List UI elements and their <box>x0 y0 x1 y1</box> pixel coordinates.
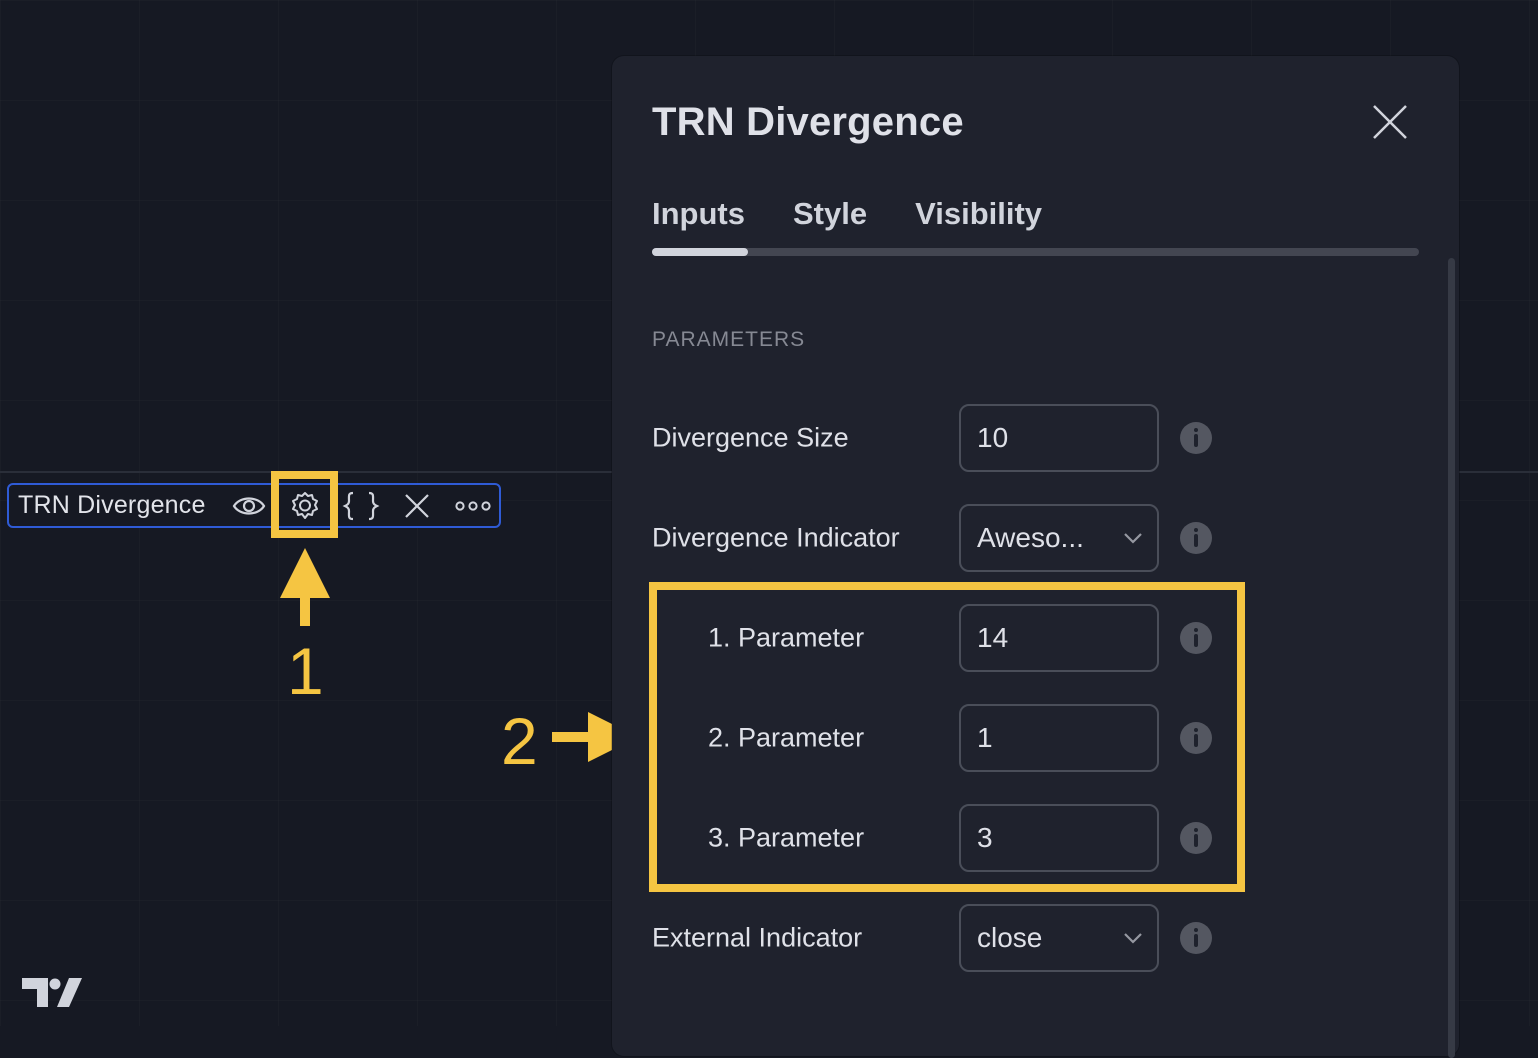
highlight-box-settings <box>271 471 338 538</box>
indicator-legend[interactable]: TRN Divergence <box>7 483 501 528</box>
tab-inputs[interactable]: Inputs <box>652 196 745 232</box>
eye-button[interactable] <box>227 485 271 526</box>
tradingview-logo-icon <box>22 978 82 1007</box>
indicator-settings-dialog: TRN Divergence Inputs Style Visibility P… <box>612 56 1459 1058</box>
annotation-step-2: 2 <box>501 704 538 778</box>
info-icon[interactable] <box>1180 922 1212 954</box>
tab-underline-track <box>652 248 1419 256</box>
eye-icon <box>232 496 266 515</box>
tab-style[interactable]: Style <box>793 196 867 232</box>
close-icon <box>1373 105 1407 139</box>
divergence-size-label: Divergence Size <box>652 422 849 453</box>
more-icon <box>455 500 491 511</box>
indicator-title: TRN Divergence <box>18 491 206 519</box>
external-indicator-label: External Indicator <box>652 922 863 953</box>
external-indicator-value: close <box>977 922 1043 953</box>
active-tab-indicator <box>652 248 748 256</box>
remove-button[interactable] <box>395 485 439 526</box>
highlight-box-parameters <box>649 582 1245 892</box>
chevron-down-icon <box>1124 933 1142 944</box>
braces-icon <box>342 491 380 520</box>
annotation-step-1: 1 <box>287 634 324 708</box>
input-row-divergence-indicator: Divergence Indicator Aweso... <box>612 504 1459 572</box>
dialog-title: TRN Divergence <box>652 100 964 144</box>
tab-visibility[interactable]: Visibility <box>915 196 1042 232</box>
arrow-up-icon <box>280 548 330 626</box>
dialog-close-button[interactable] <box>1370 102 1410 142</box>
more-button[interactable] <box>451 485 495 526</box>
chevron-down-icon <box>1124 533 1142 544</box>
divergence-indicator-select[interactable]: Aweso... <box>959 504 1159 572</box>
input-row-divergence-size: Divergence Size 10 <box>612 404 1459 472</box>
external-indicator-select[interactable]: close <box>959 904 1159 972</box>
input-row-external-indicator: External Indicator close <box>612 904 1459 972</box>
dialog-tabs: Inputs Style Visibility <box>652 196 1090 232</box>
info-icon[interactable] <box>1180 522 1212 554</box>
divergence-indicator-label: Divergence Indicator <box>652 522 900 553</box>
info-icon[interactable] <box>1180 422 1212 454</box>
divergence-size-value: 10 <box>977 422 1009 453</box>
divergence-size-input[interactable]: 10 <box>959 404 1159 472</box>
section-header-parameters: PARAMETERS <box>652 328 806 351</box>
divergence-indicator-value: Aweso... <box>977 522 1084 553</box>
source-code-button[interactable] <box>339 485 383 526</box>
close-icon <box>405 493 429 518</box>
